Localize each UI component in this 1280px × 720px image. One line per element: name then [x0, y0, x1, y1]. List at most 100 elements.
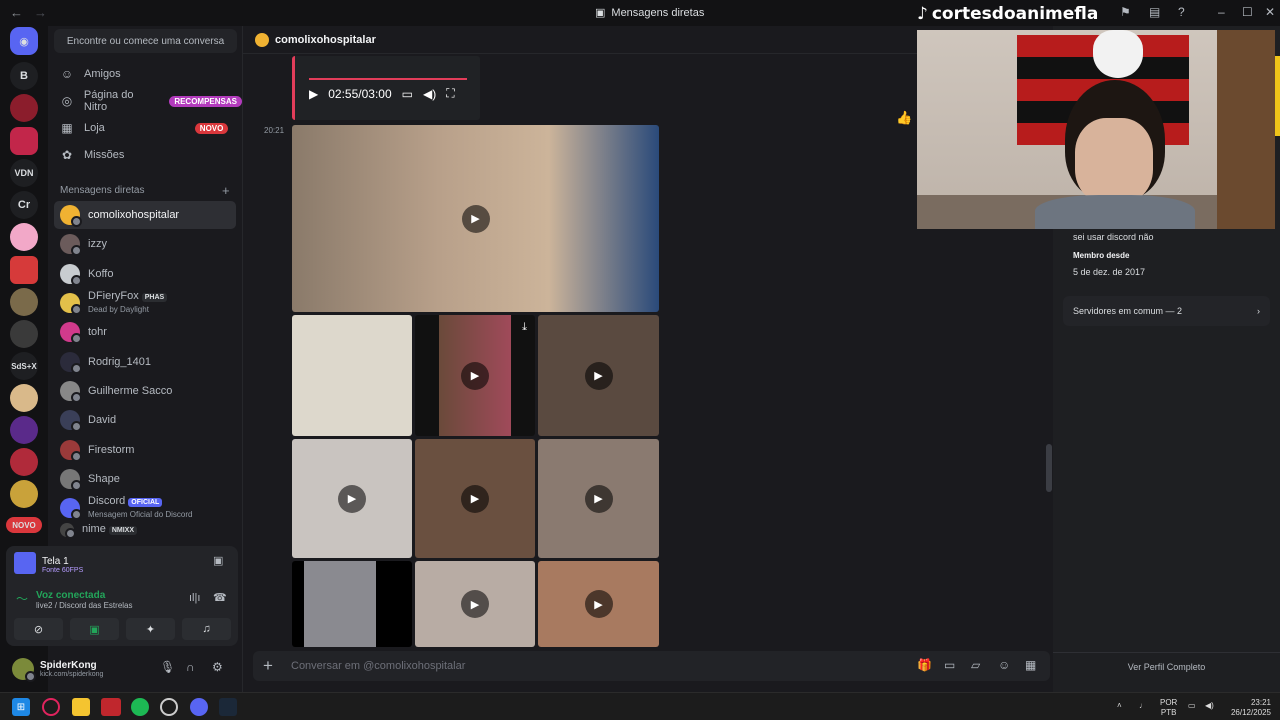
nav-friends[interactable]: ☺ Amigos [60, 63, 121, 85]
thumbs-up-reaction-icon[interactable]: 👍 [896, 110, 912, 126]
server-avatar-4[interactable] [10, 256, 38, 284]
forward-arrow-icon[interactable]: → [34, 5, 47, 20]
opera-icon[interactable] [42, 698, 60, 716]
minimize-button[interactable]: – [1218, 5, 1225, 19]
add-attachment-icon[interactable]: + [263, 656, 283, 676]
apps-icon[interactable]: ▦ [1025, 658, 1036, 672]
play-icon[interactable]: ▶ [461, 484, 489, 513]
app-icon[interactable] [101, 698, 121, 716]
nav-shop[interactable]: ▦ Loja NOVO [60, 117, 229, 139]
new-badge[interactable]: NOVO [6, 517, 42, 533]
video-progress-bar[interactable] [309, 78, 467, 80]
gif-icon[interactable]: ▭ [944, 658, 955, 672]
dm-item[interactable]: Koffo [54, 260, 236, 288]
dm-item[interactable]: izzy [54, 230, 236, 258]
maximize-button[interactable]: ☐ [1242, 5, 1253, 19]
dm-item[interactable]: Firestorm [54, 436, 236, 464]
dm-item[interactable]: David [54, 406, 236, 434]
volume-tray-icon[interactable]: ◀) [1205, 701, 1214, 711]
image-attachment[interactable] [292, 561, 412, 647]
tray-chevron-icon[interactable]: ˄ [1117, 701, 1122, 711]
server-avatar-6[interactable] [10, 320, 38, 348]
play-icon[interactable]: ▶ [584, 361, 613, 390]
download-icon[interactable]: ⤓ [522, 321, 527, 334]
play-icon[interactable]: ▶ [461, 204, 490, 233]
video-attachment[interactable]: ▶ [538, 561, 659, 647]
video-attachment[interactable]: ▶ [292, 439, 412, 558]
soundboard-icon[interactable]: ıl|ı [189, 592, 200, 604]
soundboard-button[interactable]: ♫ [182, 618, 231, 640]
new-dm-plus-icon[interactable]: + [222, 183, 230, 198]
video-attachment[interactable]: ▶ [292, 125, 659, 312]
server-avatar-3[interactable] [10, 223, 38, 251]
sticker-icon[interactable]: ▱ [971, 658, 980, 672]
search-input[interactable]: Encontre ou comece uma conversa [54, 29, 237, 53]
play-icon[interactable]: ▶ [461, 590, 489, 618]
video-attachment[interactable]: ▶ [538, 439, 659, 558]
obs-icon[interactable] [160, 698, 178, 716]
nav-quests[interactable]: ✿ Missões [60, 144, 124, 166]
voice-status[interactable]: 〜 Voz conectada live2 / Discord das Estr… [16, 586, 133, 610]
headphones-icon[interactable]: ∩ [186, 660, 195, 674]
activities-button[interactable]: ✦ [126, 618, 175, 640]
video-attachment[interactable]: ▶ ⤓ [415, 315, 535, 436]
server-avatar-2[interactable] [10, 127, 38, 155]
stop-stream-icon[interactable]: ▣ [213, 554, 223, 567]
image-attachment[interactable] [292, 315, 412, 436]
dm-item[interactable]: Rodrig_1401 [54, 348, 236, 376]
server-avatar-8[interactable] [10, 416, 38, 444]
common-servers-button[interactable]: Servidores em comum — 2 › [1063, 296, 1270, 326]
video-player[interactable]: ▶ 02:55/03:00 ▭ ◀) ⛶ [292, 56, 480, 120]
server-avatar-9[interactable] [10, 448, 38, 476]
full-profile-link[interactable]: Ver Perfil Completo [1053, 662, 1280, 672]
server-cr[interactable]: Cr [10, 191, 38, 219]
message-input[interactable]: + Conversar em @comolixohospitalar 🎁 ▭ ▱… [253, 651, 1050, 681]
back-arrow-icon[interactable]: ← [10, 5, 23, 20]
dm-item[interactable]: Shape [54, 465, 236, 493]
play-icon[interactable]: ▶ [461, 361, 489, 390]
server-avatar-5[interactable] [10, 288, 38, 316]
dm-item[interactable]: Guilherme Sacco [54, 377, 236, 405]
steam-icon[interactable] [219, 698, 237, 716]
server-avatar-10[interactable] [10, 480, 38, 508]
server-avatar-1[interactable] [10, 94, 38, 122]
play-icon[interactable]: ▶ [584, 484, 613, 513]
server-vdn[interactable]: VDN [10, 159, 38, 187]
pin-icon[interactable]: ⚑ [1120, 5, 1131, 19]
camera-off-button[interactable]: ⊘ [14, 618, 63, 640]
dm-item[interactable]: DFieryFox PHAS Dead by Daylight [54, 289, 236, 317]
chat-scrollbar[interactable] [1046, 444, 1052, 492]
discord-home-icon[interactable]: ◉ [10, 27, 38, 55]
microphone-icon[interactable]: 🎙 [160, 660, 175, 674]
nav-nitro[interactable]: ◎ Página do Nitro RECOMPENSAS [60, 89, 242, 113]
play-icon[interactable]: ▶ [584, 590, 613, 618]
user-avatar[interactable] [12, 658, 36, 682]
windows-start-icon[interactable]: ⊞ [12, 698, 30, 716]
volume-icon[interactable]: ◀) [423, 87, 436, 101]
help-icon[interactable]: ? [1178, 5, 1185, 19]
video-attachment[interactable]: ▶ [538, 315, 659, 436]
play-icon[interactable]: ▶ [309, 87, 318, 101]
file-explorer-icon[interactable] [72, 698, 90, 716]
video-attachment[interactable]: ▶ [415, 561, 535, 647]
dm-item[interactable]: nime NMIXX [54, 520, 236, 540]
inbox-tray-icon[interactable]: ▤ [1149, 5, 1160, 19]
spotify-icon[interactable] [131, 698, 149, 716]
disconnect-icon[interactable]: ☎ [213, 591, 227, 604]
play-icon[interactable]: ▶ [338, 484, 366, 513]
emoji-icon[interactable]: ☺ [998, 658, 1010, 672]
discord-taskbar-icon[interactable] [190, 698, 208, 716]
mic-tray-icon[interactable]: ♩ [1139, 701, 1147, 711]
dm-item[interactable]: tohr [54, 318, 236, 346]
gift-icon[interactable]: 🎁 [917, 658, 932, 672]
network-icon[interactable]: ▭ [1188, 701, 1196, 711]
video-attachment[interactable]: ▶ [415, 439, 535, 558]
server-b[interactable]: B [10, 62, 38, 90]
dm-item[interactable]: Discord OFICIAL Mensagem Oficial do Discor… [54, 494, 236, 522]
close-button[interactable]: ✕ [1265, 5, 1275, 19]
captions-icon[interactable]: ▭ [402, 87, 413, 101]
settings-gear-icon[interactable]: ⚙ [212, 660, 223, 674]
language-indicator[interactable]: POR PTB [1160, 698, 1177, 718]
fullscreen-icon[interactable]: ⛶ [446, 86, 454, 101]
stream-preview[interactable]: Tela 1 Fonte 60FPS [14, 552, 83, 574]
